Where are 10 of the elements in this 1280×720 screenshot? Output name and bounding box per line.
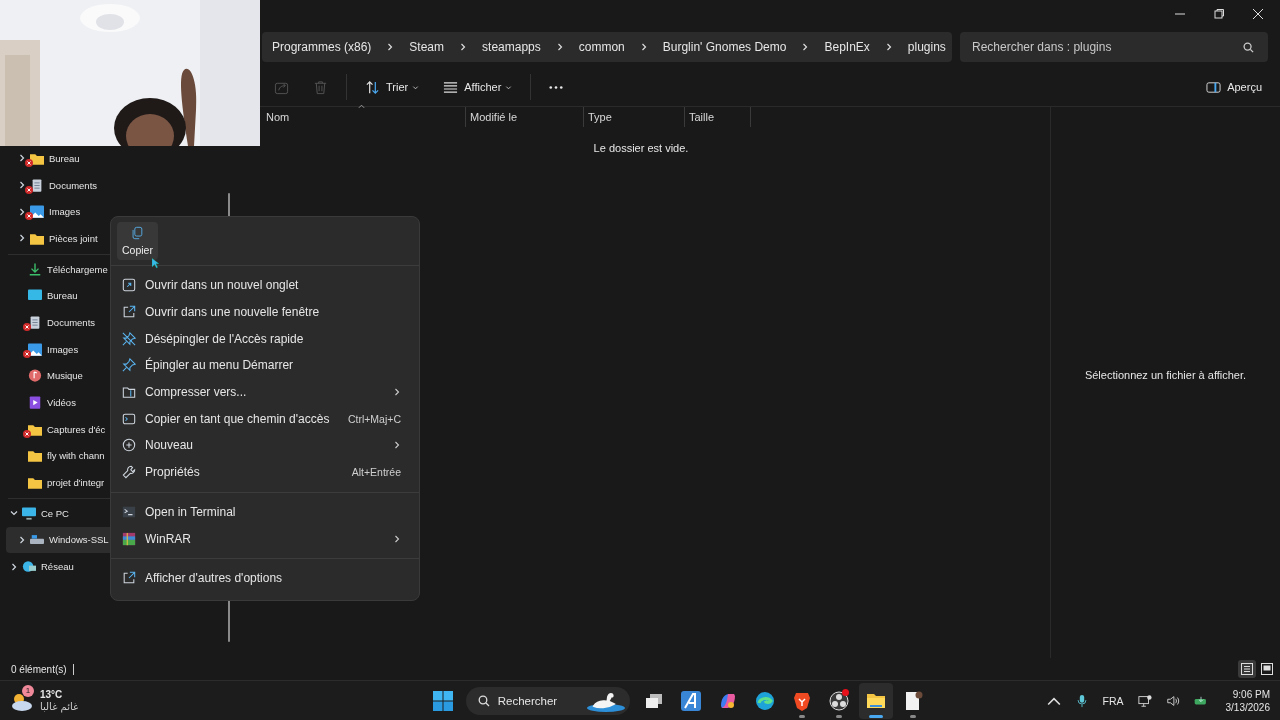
temperature: 13°C [40,688,64,701]
empty-message: Le dossier est vide. [592,142,690,154]
weather-condition: غائم غالبا [40,700,79,713]
date: 3/13/2026 [1225,700,1270,714]
shortcut-text: Ctrl+Maj+C [347,412,401,425]
item-count: 0 élément(s) [11,663,74,675]
preview-message: Sélectionnez un fichier à afficher. [1084,368,1247,381]
shortcut-text: Alt+Entrée [351,466,401,479]
time: 9:06 PM [1232,687,1270,701]
notification-badge: 1 [22,684,34,697]
